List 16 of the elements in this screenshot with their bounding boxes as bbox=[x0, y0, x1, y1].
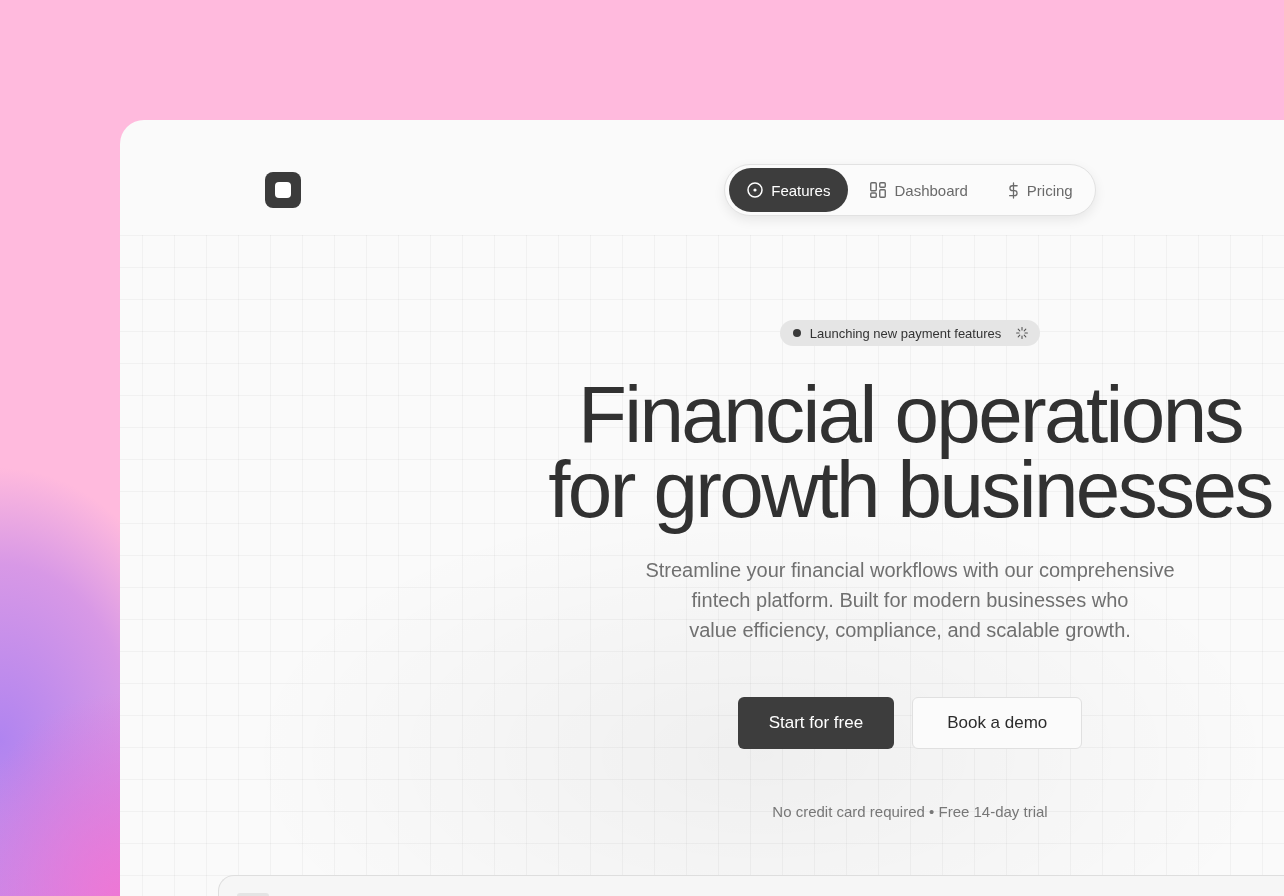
headline: Financial operations for growth businesses bbox=[548, 377, 1272, 536]
nav-tab[interactable]: Pricing bbox=[989, 168, 1091, 212]
layout-grid-icon bbox=[870, 182, 887, 198]
subtitle: Streamline your financial workflows with our comprehensive fintech platform. Built for modern businesses who value efficiency, compliance, and scalable growth. bbox=[645, 558, 1175, 643]
spinner-icon bbox=[1016, 327, 1029, 339]
badge-text: Launching new payment features bbox=[809, 325, 1002, 341]
demo-button[interactable]: Book a demo bbox=[912, 697, 1083, 749]
status-dot-icon bbox=[792, 329, 801, 337]
start-button[interactable]: Start for free bbox=[737, 697, 895, 749]
circle-dot-icon bbox=[747, 182, 764, 198]
dollar-icon bbox=[1007, 181, 1019, 199]
logo-icon[interactable] bbox=[265, 172, 301, 208]
trial-note: No credit card required • Free 14-day trial bbox=[772, 802, 1048, 822]
nav-tab[interactable]: Dashboard bbox=[852, 168, 986, 212]
nav-tab[interactable]: Features bbox=[729, 168, 849, 212]
announcement-badge[interactable]: Launching new payment features bbox=[779, 320, 1041, 346]
